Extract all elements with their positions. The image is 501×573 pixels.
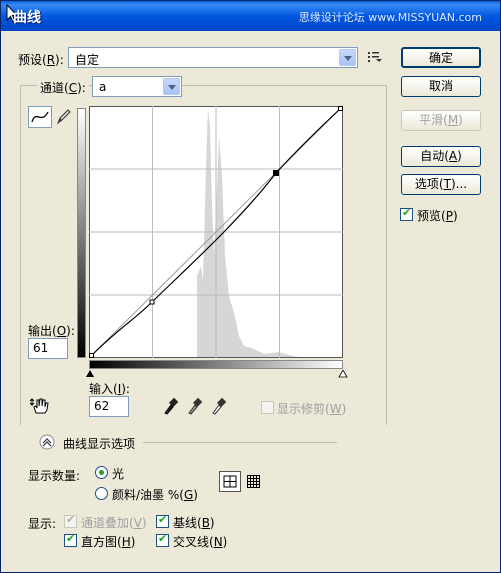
smooth-button[interactable]: 平滑(M) (401, 110, 481, 131)
show-amount-label: 显示数量: (28, 469, 81, 483)
cancel-button[interactable]: 取消 (401, 76, 481, 97)
light-radio[interactable] (95, 466, 108, 479)
ok-button[interactable]: 确定 (401, 47, 481, 68)
channel-overlay-checkbox[interactable] (64, 513, 77, 528)
intersection-checkbox[interactable] (156, 532, 169, 547)
channel-label: 通道(C): (37, 79, 89, 96)
title-bar[interactable]: 曲线 思缘设计论坛 www.MISSYUAN.com (1, 1, 500, 31)
curve-icon (31, 111, 49, 123)
preset-options-icon[interactable] (367, 50, 383, 64)
channel-dropdown[interactable]: a (92, 76, 182, 97)
black-point-slider[interactable] (85, 370, 95, 378)
curve-point[interactable] (89, 353, 94, 358)
simple-grid-button[interactable] (219, 471, 241, 492)
collapse-icon[interactable] (39, 434, 55, 450)
white-eyedropper-icon[interactable] (211, 397, 227, 415)
show-label: 显示: (28, 517, 57, 531)
histogram-checkbox[interactable] (64, 532, 77, 547)
input-gradient-bar (89, 360, 343, 369)
watermark-text: 思缘设计论坛 www.MISSYUAN.com (298, 11, 482, 24)
output-gradient-bar (77, 108, 86, 358)
preview-label: 预览(P) (417, 209, 458, 223)
preview-checkbox[interactable] (400, 206, 413, 221)
white-point-slider[interactable] (338, 370, 348, 378)
curve-point-selected[interactable] (273, 170, 279, 176)
grid-4-icon (223, 475, 237, 488)
pencil-icon[interactable] (55, 107, 73, 127)
channel-overlay-label: 通道叠加(V) (81, 516, 147, 530)
divider (143, 442, 337, 443)
window-title: 曲线 (13, 10, 41, 26)
curve-display-options-label: 曲线显示选项 (63, 437, 136, 451)
pigment-radio-label: 颜料/油墨 %(G) (112, 488, 198, 502)
curve-point-tool-button[interactable] (28, 106, 52, 128)
hand-adjust-icon[interactable] (30, 397, 50, 415)
input-field[interactable]: 62 (89, 396, 129, 417)
preset-value: 自定 (75, 53, 100, 67)
preset-dropdown[interactable]: 自定 (68, 47, 358, 68)
chevron-down-icon (163, 78, 180, 95)
input-label: 输入(I): (89, 382, 130, 396)
light-radio-label: 光 (112, 467, 125, 481)
intersection-label: 交叉线(N) (173, 535, 228, 549)
grid-10-icon[interactable] (246, 474, 262, 490)
show-clipping-checkbox[interactable] (261, 401, 274, 414)
curves-dialog: 曲线 思缘设计论坛 www.MISSYUAN.com 预设(R): 自定 确定 … (0, 0, 501, 573)
pigment-radio[interactable] (95, 487, 108, 500)
curve-point[interactable] (149, 299, 155, 305)
curve-point[interactable] (338, 106, 343, 111)
baseline-label: 基线(B) (173, 516, 215, 530)
chevron-down-icon (339, 49, 356, 66)
options-button[interactable]: 选项(T)... (401, 174, 481, 195)
show-clipping-label: 显示修剪(W) (277, 402, 347, 416)
histogram-label: 直方图(H) (81, 535, 136, 549)
preset-label: 预设(R): (18, 53, 64, 67)
gray-eyedropper-icon[interactable] (187, 397, 203, 415)
output-label: 输出(O): (28, 324, 75, 338)
baseline-checkbox[interactable] (156, 513, 169, 528)
channel-value: a (99, 80, 107, 94)
auto-button[interactable]: 自动(A) (401, 146, 481, 167)
curve-graph[interactable] (89, 106, 343, 358)
output-field[interactable]: 61 (28, 338, 68, 359)
black-eyedropper-icon[interactable] (163, 397, 179, 415)
